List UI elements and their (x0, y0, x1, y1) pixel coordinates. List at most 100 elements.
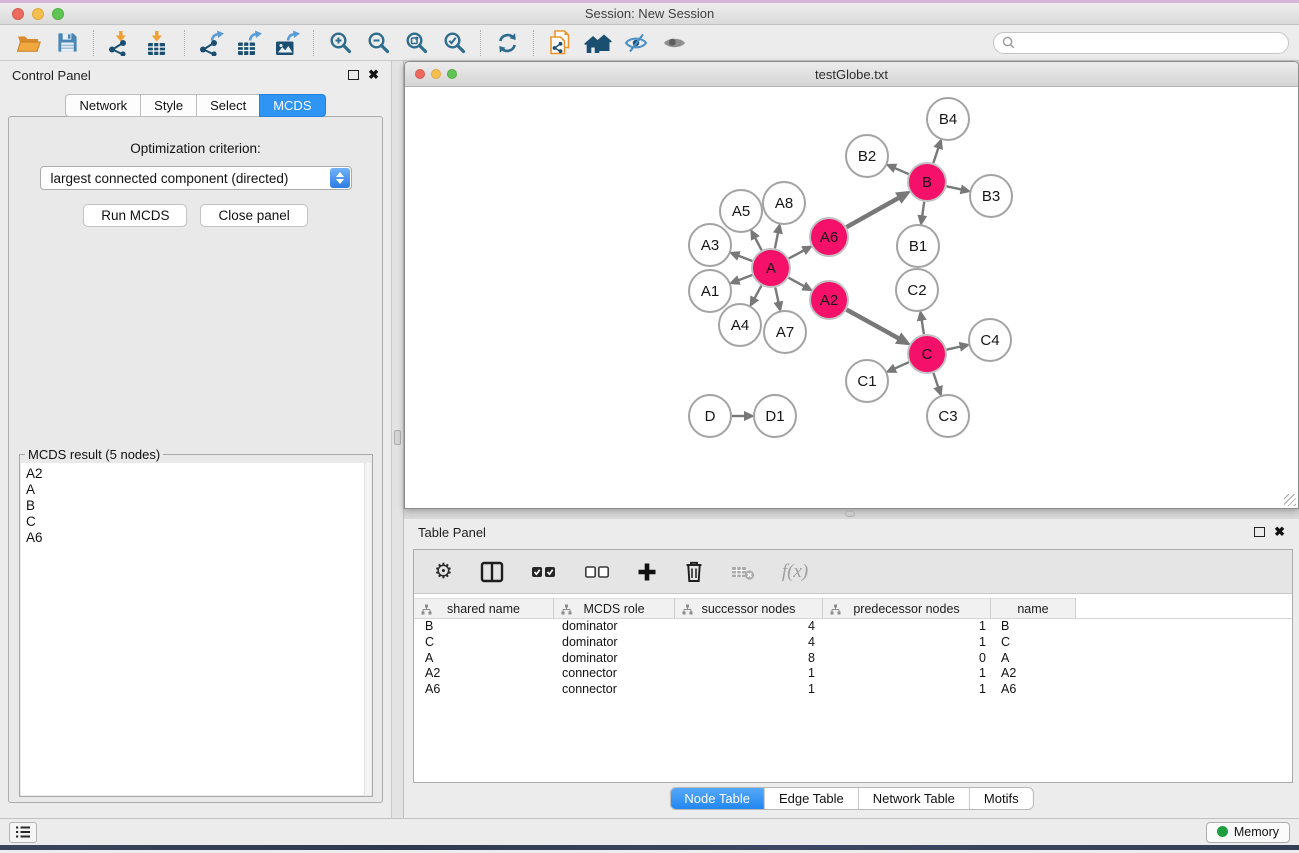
copy-network-button[interactable] (541, 28, 579, 58)
function-builder-button[interactable]: f(x) (782, 561, 808, 583)
cell-name[interactable]: A2 (991, 666, 1076, 682)
destroy-table-button[interactable] (731, 563, 755, 581)
graph-edge-C-C4[interactable] (947, 347, 961, 350)
cell-name[interactable]: B (991, 619, 1076, 635)
zoom-selected-button[interactable] (435, 28, 473, 58)
cell-shared-name[interactable]: A (414, 651, 554, 667)
dropdown-stepper-icon[interactable] (330, 168, 350, 188)
delete-column-button[interactable] (684, 560, 704, 583)
cell-shared-name[interactable]: C (414, 635, 554, 651)
graph-edge-A-A7[interactable] (775, 288, 778, 303)
table-row[interactable]: A dominator 8 0 A (414, 651, 1292, 667)
graph-edge-A-A2[interactable] (789, 278, 805, 287)
tab-style[interactable]: Style (140, 94, 196, 117)
graph-edge-C-C1[interactable] (894, 362, 908, 368)
mcds-result-item[interactable]: C (21, 514, 371, 530)
zoom-out-button[interactable] (359, 28, 397, 58)
cell-predecessor-nodes[interactable]: 1 (823, 619, 991, 635)
float-table-panel-icon[interactable] (1254, 527, 1265, 537)
refresh-layout-button[interactable] (488, 28, 526, 58)
close-table-panel-icon[interactable]: ✖ (1274, 527, 1285, 537)
graph-edge-B-B4[interactable] (933, 147, 938, 163)
network-canvas[interactable]: B4B2BB3A8A5A6A3B1AA1C2A2A4A7C4CC1C3DD1 (405, 88, 1298, 508)
table-settings-button[interactable]: ⚙ (434, 559, 453, 584)
cell-successor-nodes[interactable]: 4 (675, 619, 823, 635)
app-titlebar[interactable]: Session: New Session (0, 3, 1299, 25)
cell-name[interactable]: A6 (991, 682, 1076, 698)
cell-predecessor-nodes[interactable]: 0 (823, 651, 991, 667)
cell-mcds-role[interactable]: dominator (554, 635, 675, 651)
memory-button[interactable]: Memory (1206, 822, 1290, 843)
table-row[interactable]: A6 connector 1 1 A6 (414, 682, 1292, 698)
network-graph[interactable]: B4B2BB3A8A5A6A3B1AA1C2A2A4A7C4CC1C3DD1 (405, 88, 1298, 508)
save-session-button[interactable] (48, 28, 86, 58)
import-table-button[interactable] (139, 28, 177, 58)
cell-mcds-role[interactable]: connector (554, 682, 675, 698)
tab-select[interactable]: Select (196, 94, 259, 117)
list-scrollbar-track[interactable] (364, 463, 371, 795)
zoom-fit-button[interactable] (397, 28, 435, 58)
export-network-button[interactable] (192, 28, 230, 58)
export-table-button[interactable] (230, 28, 268, 58)
panel-splitter[interactable] (391, 61, 404, 818)
create-column-button[interactable] (637, 562, 657, 582)
cell-successor-nodes[interactable]: 1 (675, 666, 823, 682)
close-panel-icon[interactable]: ✖ (368, 70, 379, 80)
mcds-result-item[interactable]: B (21, 498, 371, 514)
tab-network-table[interactable]: Network Table (859, 788, 970, 809)
column-visibility-button[interactable] (480, 561, 504, 583)
birds-eye-button[interactable] (579, 28, 617, 58)
cell-mcds-role[interactable]: dominator (554, 619, 675, 635)
table-row[interactable]: A2 connector 1 1 A2 (414, 666, 1292, 682)
graph-edge-A-A8[interactable] (775, 232, 778, 248)
graph-edge-C-C2[interactable] (922, 320, 924, 335)
search-field[interactable] (993, 32, 1289, 54)
mcds-result-item[interactable]: A (21, 482, 371, 498)
splitter-grabber[interactable] (394, 430, 401, 445)
horizontal-splitter-grabber[interactable] (845, 511, 855, 517)
column-header-predecessor-nodes[interactable]: predecessor nodes (823, 598, 991, 618)
table-row[interactable]: B dominator 4 1 B (414, 619, 1292, 635)
cell-shared-name[interactable]: A2 (414, 666, 554, 682)
graph-edge-B-B1[interactable] (922, 202, 924, 216)
graph-edge-A-A5[interactable] (755, 238, 762, 251)
open-session-button[interactable] (10, 28, 48, 58)
mcds-result-item[interactable]: A2 (21, 466, 371, 482)
cell-successor-nodes[interactable]: 1 (675, 682, 823, 698)
cell-shared-name[interactable]: A6 (414, 682, 554, 698)
cell-successor-nodes[interactable]: 4 (675, 635, 823, 651)
export-image-button[interactable] (268, 28, 306, 58)
tab-network[interactable]: Network (65, 94, 140, 117)
mcds-result-item[interactable]: A6 (21, 530, 371, 546)
column-header-shared-name[interactable]: shared name (414, 598, 554, 618)
graph-edge-A-A4[interactable] (754, 286, 761, 299)
network-window-titlebar[interactable]: testGlobe.txt (405, 62, 1298, 87)
criterion-dropdown[interactable]: largest connected component (directed) (40, 166, 352, 190)
window-resize-grip[interactable] (1284, 494, 1296, 506)
column-header-name[interactable]: name (991, 598, 1076, 618)
tab-edge-table[interactable]: Edge Table (765, 788, 859, 809)
tab-node-table[interactable]: Node Table (670, 788, 765, 809)
cell-name[interactable]: C (991, 635, 1076, 651)
cell-predecessor-nodes[interactable]: 1 (823, 682, 991, 698)
graph-edge-A-A6[interactable] (789, 250, 805, 258)
cell-shared-name[interactable]: B (414, 619, 554, 635)
hide-eye-button[interactable] (617, 28, 655, 58)
float-panel-icon[interactable] (348, 70, 359, 80)
graph-edge-C-C3[interactable] (933, 373, 938, 388)
deselect-all-button[interactable] (584, 564, 610, 580)
task-history-button[interactable] (9, 822, 37, 843)
show-eye-button[interactable] (655, 28, 693, 58)
close-panel-button[interactable]: Close panel (200, 204, 307, 227)
graph-edge-A-A3[interactable] (738, 256, 752, 261)
column-header-successor-nodes[interactable]: successor nodes (675, 598, 823, 618)
graph-edge-A2-C[interactable] (847, 310, 899, 339)
cell-predecessor-nodes[interactable]: 1 (823, 635, 991, 651)
cell-mcds-role[interactable]: dominator (554, 651, 675, 667)
graph-edge-B-B2[interactable] (895, 168, 909, 174)
graph-edge-A-A1[interactable] (738, 275, 752, 280)
graph-edge-B-B3[interactable] (947, 186, 962, 189)
zoom-in-button[interactable] (321, 28, 359, 58)
graph-edge-A6-B[interactable] (846, 198, 899, 228)
table-row[interactable]: C dominator 4 1 C (414, 635, 1292, 651)
